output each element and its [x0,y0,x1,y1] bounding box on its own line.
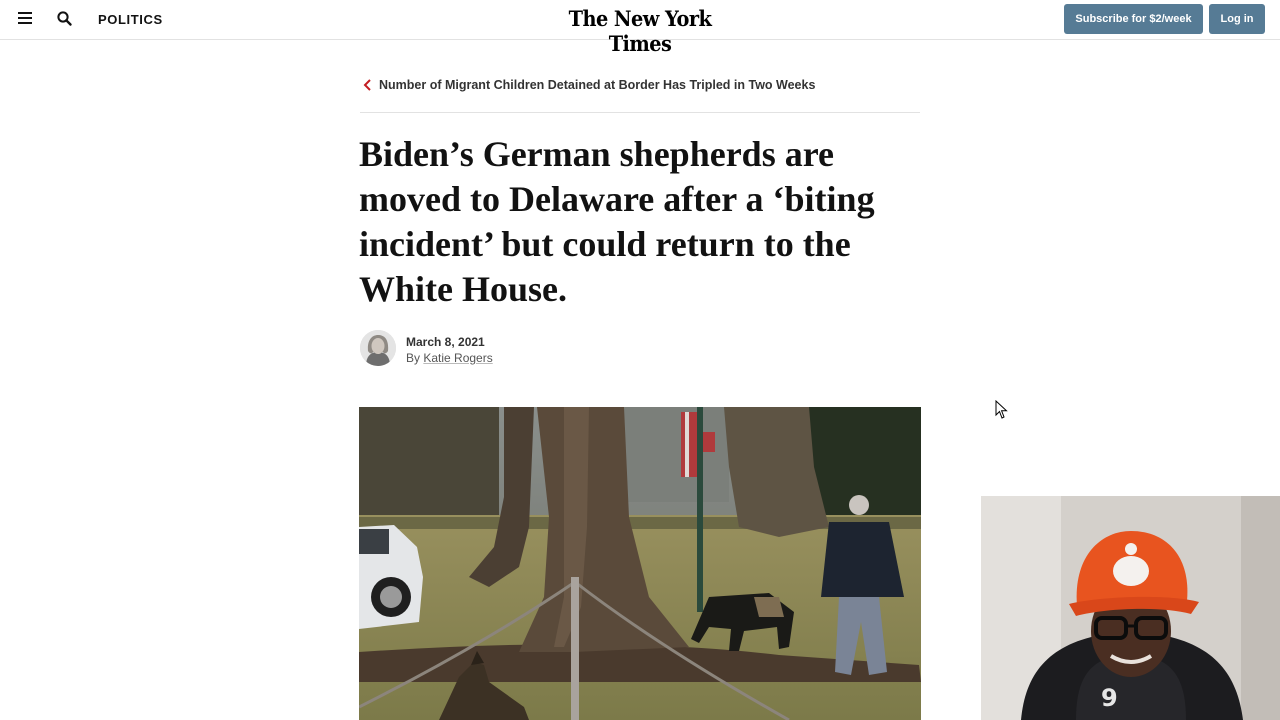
section-link-politics[interactable]: POLITICS [98,12,163,27]
related-article-title[interactable]: Number of Migrant Children Detained at B… [379,78,815,92]
nyt-logo[interactable]: The New York Times [548,6,732,56]
author-avatar[interactable] [360,330,396,366]
subscribe-button[interactable]: Subscribe for $2/week [1064,4,1203,34]
related-article-link[interactable]: Number of Migrant Children Detained at B… [360,76,920,113]
mouse-cursor-icon [995,399,1009,420]
article-headline: Biden’s German shepherds are moved to De… [359,134,875,309]
site-header: POLITICS The New York Times Subscribe fo… [0,0,1280,56]
lead-photo [359,407,921,720]
author-link[interactable]: Katie Rogers [423,351,492,365]
svg-text:9: 9 [1101,684,1118,712]
search-icon[interactable] [54,8,76,30]
byline-prefix: By [406,351,424,365]
hamburger-menu-icon[interactable] [14,8,38,30]
login-button[interactable]: Log in [1209,4,1265,34]
publish-date: March 8, 2021 [406,335,485,349]
chevron-left-icon [363,79,371,91]
streamer-webcam-feed: 9 [981,496,1280,720]
byline: By Katie Rogers [406,351,493,365]
